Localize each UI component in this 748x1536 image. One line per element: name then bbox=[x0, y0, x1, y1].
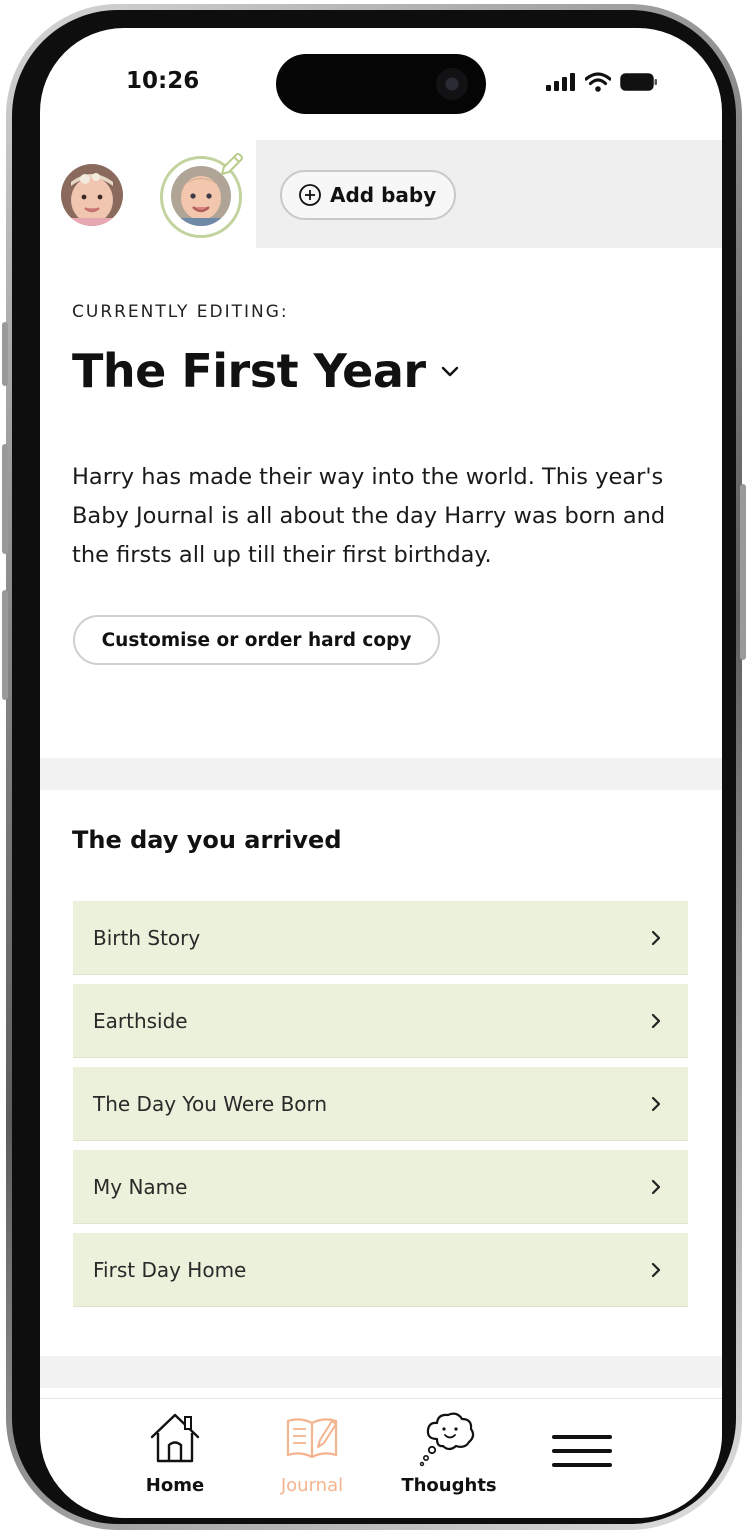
battery-icon bbox=[620, 73, 657, 91]
thought-cloud-icon bbox=[419, 1412, 475, 1467]
chevron-right-icon bbox=[651, 1179, 661, 1194]
dynamic-island bbox=[276, 54, 486, 114]
house-icon bbox=[150, 1413, 200, 1463]
chevron-down-icon bbox=[441, 366, 458, 377]
add-baby-button[interactable]: Add baby bbox=[280, 170, 457, 220]
section-divider bbox=[40, 758, 722, 790]
wifi-icon bbox=[585, 72, 611, 92]
edit-pencil-icon[interactable] bbox=[218, 152, 244, 178]
entry-label: Earthside bbox=[93, 1008, 188, 1033]
journal-description: Harry has made their way into the world.… bbox=[72, 464, 666, 568]
journal-entry-my-name[interactable]: My Name bbox=[73, 1150, 688, 1224]
app-screen: 10:26 Add baby CURRENTLY EDITING: The Fi… bbox=[40, 28, 722, 1518]
entry-label: First Day Home bbox=[93, 1257, 247, 1282]
chevron-right-icon bbox=[651, 1262, 661, 1277]
journal-entry-earthside[interactable]: Earthside bbox=[73, 984, 688, 1058]
bottom-navigation: Home Journal Thoughts bbox=[40, 1398, 722, 1518]
nav-journal[interactable]: Journal bbox=[257, 1409, 367, 1496]
chevron-right-icon bbox=[651, 1096, 661, 1111]
baby-selector: Add baby bbox=[40, 140, 722, 248]
entry-label: My Name bbox=[93, 1174, 188, 1199]
nav-label-journal: Journal bbox=[280, 1475, 344, 1496]
hamburger-menu-icon[interactable] bbox=[552, 1435, 612, 1479]
front-camera-icon bbox=[436, 68, 468, 100]
entry-label: The Day You Were Born bbox=[93, 1091, 328, 1116]
plus-circle-icon bbox=[299, 184, 321, 206]
journal-title-dropdown[interactable]: The First Year bbox=[72, 344, 460, 398]
journal-entry-day-you-were-born[interactable]: The Day You Were Born bbox=[73, 1067, 688, 1141]
volume-up-button bbox=[2, 444, 8, 554]
journal-title: The First Year bbox=[72, 344, 426, 398]
action-button bbox=[2, 322, 8, 386]
nav-home[interactable]: Home bbox=[120, 1409, 230, 1496]
section-divider bbox=[40, 1356, 722, 1388]
menu-line bbox=[552, 1463, 612, 1467]
menu-line bbox=[552, 1435, 612, 1439]
nav-thoughts[interactable]: Thoughts bbox=[394, 1409, 504, 1496]
menu-line bbox=[552, 1449, 612, 1453]
status-time: 10:26 bbox=[126, 68, 200, 94]
chevron-right-icon bbox=[651, 930, 661, 945]
status-icons bbox=[546, 72, 658, 92]
entry-label: Birth Story bbox=[93, 925, 201, 950]
journal-entry-first-day-home[interactable]: First Day Home bbox=[73, 1233, 688, 1307]
journal-entry-list: Birth Story Earthside The Day You Were B… bbox=[73, 901, 688, 1316]
power-button bbox=[740, 484, 746, 660]
journal-entry-birth-story[interactable]: Birth Story bbox=[73, 901, 688, 975]
cellular-signal-icon bbox=[546, 73, 575, 91]
open-book-icon bbox=[286, 1418, 338, 1459]
phone-frame: 10:26 Add baby CURRENTLY EDITING: The Fi… bbox=[2, 4, 746, 1530]
customise-order-hardcopy-button[interactable]: Customise or order hard copy bbox=[73, 615, 440, 665]
volume-down-button bbox=[2, 590, 8, 700]
add-baby-label: Add baby bbox=[330, 183, 437, 207]
chevron-right-icon bbox=[651, 1013, 661, 1028]
currently-editing-label: CURRENTLY EDITING: bbox=[72, 302, 289, 322]
baby-girl-photo-icon bbox=[61, 164, 123, 226]
nav-label-thoughts: Thoughts bbox=[401, 1475, 497, 1496]
section-title: The day you arrived bbox=[72, 826, 342, 854]
baby-avatar-girl[interactable] bbox=[61, 164, 123, 226]
nav-label-home: Home bbox=[145, 1475, 205, 1496]
